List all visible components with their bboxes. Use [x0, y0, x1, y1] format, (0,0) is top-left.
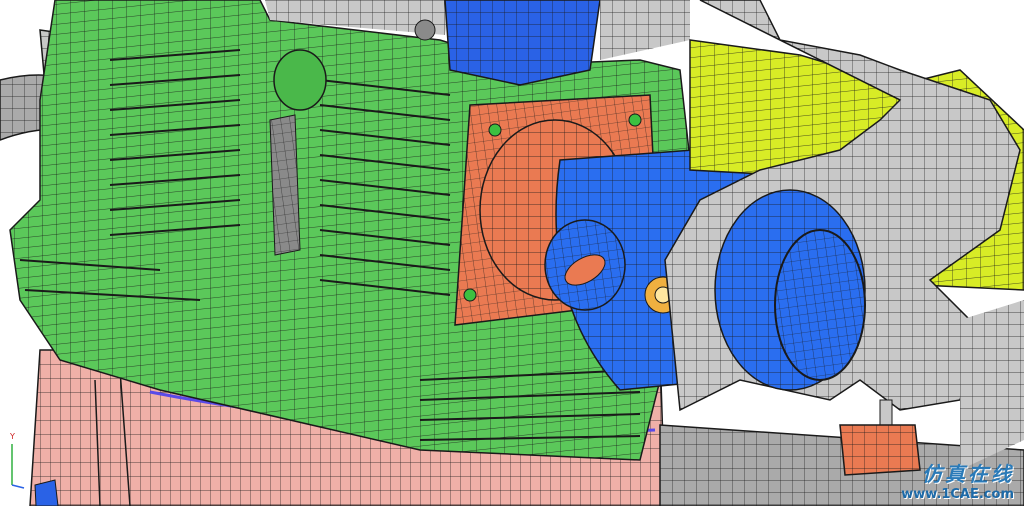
watermark-url-text: www.1CAE.com	[901, 487, 1014, 502]
watermark-logo: 仿真在线 www.1CAE.com	[894, 458, 1014, 504]
mesh-viewport[interactable]	[0, 0, 1024, 506]
triad-y-label: Y	[10, 432, 15, 441]
watermark-cn-text: 仿真在线	[922, 462, 1014, 486]
lower-left-blue-part	[34, 479, 59, 506]
